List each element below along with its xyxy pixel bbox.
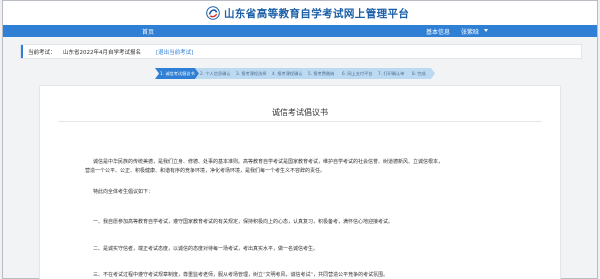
step-7: 7. 打印确认单 <box>373 68 411 79</box>
chevron-down-icon[interactable] <box>484 29 488 32</box>
exit-exam-link[interactable]: [退出当前考试] <box>156 48 193 56</box>
site-title: 山东省高等教育自学考试网上管理平台 <box>224 8 410 20</box>
step-6: 6. 网上支付平台 <box>337 68 377 79</box>
current-exam-bar: 当前考试： 山东省2022年4月自学考试报名 [退出当前考试] <box>20 44 582 59</box>
current-exam-name: 山东省2022年4月自学考试报名 <box>63 50 141 56</box>
pledge-document: 诚信考试倡议书 诚信是中华民族的传统美德，是我们立身、修德、处事的基本准则。高等… <box>39 85 561 279</box>
document-paragraph: 特此向全体考生倡议如下： <box>93 189 154 195</box>
step-8: 8. 完成 <box>407 68 435 79</box>
step-2: 2. 个人信息确认 <box>195 68 235 79</box>
nav-basic-info-link[interactable]: 基本信息 <box>426 27 450 36</box>
title-divider <box>58 121 542 122</box>
top-navbar: 首页 基本信息 张紫晗 <box>3 25 597 37</box>
document-paragraph: 一、我自愿参加高等教育自学考试，遵守国家教育考试的有关规定，保持积极向上的心态，… <box>93 219 394 225</box>
nav-home-link[interactable]: 首页 <box>142 27 154 36</box>
browser-frame: 山东省高等教育自学考试网上管理平台 首页 基本信息 张紫晗 当前考试： 山东省2… <box>2 0 598 279</box>
step-1: 1. 诚信考试倡议书 <box>155 68 199 79</box>
swirl-logo-icon <box>206 6 220 20</box>
step-5: 5. 报考费缴纳 <box>303 68 341 79</box>
step-3: 3. 报考课程选择 <box>231 68 271 79</box>
document-title: 诚信考试倡议书 <box>272 108 328 117</box>
document-paragraph: 二、是诚实守信者，端正考试态度，以诚信的态度对待每一场考试，考出真实水平，做一名… <box>93 246 319 252</box>
step-4: 4. 报考课程确认 <box>267 68 307 79</box>
registration-steps: 1. 诚信考试倡议书 2. 个人信息确认 3. 报考课程选择 4. 报考课程确认… <box>155 68 455 79</box>
site-header: 山东省高等教育自学考试网上管理平台 <box>3 1 597 25</box>
nav-user-menu[interactable]: 张紫晗 <box>461 27 479 36</box>
document-paragraph: 营造一个公平、公正、积极健康、和谐有序的竞争环境，净化考场环境，是我们每一个考生… <box>85 168 326 174</box>
exam-bar-accent <box>21 45 23 58</box>
document-paragraph: 诚信是中华民族的传统美德，是我们立身、修德、处事的基本准则。高等教育自学考试是国… <box>93 159 444 165</box>
document-paragraph: 三、不在考试过程中遵守考试规章制度，尊重监考老师，服从考场管理，树立“文明考风，… <box>93 272 389 278</box>
current-exam-label: 当前考试： <box>28 50 56 56</box>
